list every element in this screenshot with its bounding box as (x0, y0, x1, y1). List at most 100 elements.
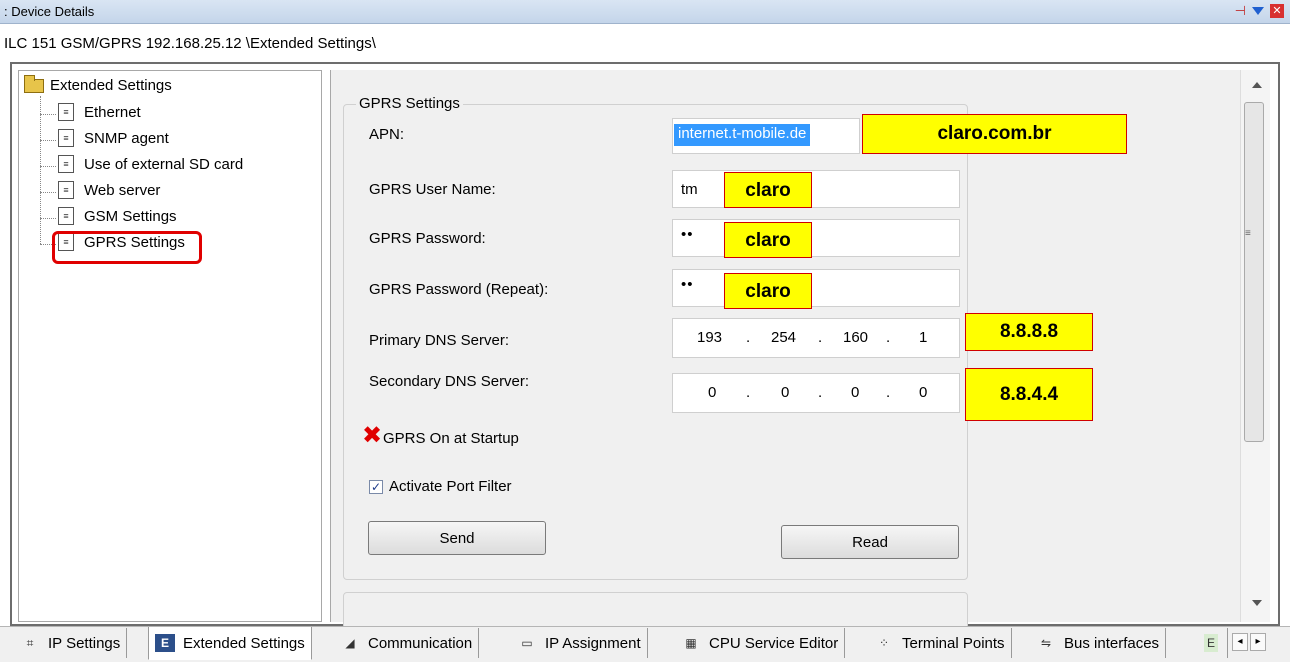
scrollbar-thumb[interactable] (1244, 102, 1264, 442)
scroll-down-icon[interactable] (1252, 600, 1262, 606)
tree-connector (40, 192, 56, 193)
annotation-user: claro (724, 172, 812, 208)
tab-label: Extended Settings (183, 634, 305, 652)
tab-ip-assignment[interactable]: ▭ IP Assignment (511, 628, 648, 658)
tab-label: CPU Service Editor (709, 634, 839, 652)
tree-item-label: GSM Settings (84, 207, 177, 225)
group-title: GPRS Settings (356, 95, 463, 112)
tab-bar: ⌗ IP Settings E Extended Settings ◢ Comm… (0, 626, 1290, 662)
password-repeat-value: •• (681, 276, 694, 293)
cpu-service-icon: ▦ (685, 636, 697, 650)
tab-cpu-service-editor[interactable]: ▦ CPU Service Editor (675, 628, 846, 658)
primary-dns-label: Primary DNS Server: (369, 332, 510, 349)
overflow-tab-icon: E (1204, 634, 1218, 652)
selection-highlight (52, 231, 202, 264)
tree-item-label: SNMP agent (84, 129, 169, 147)
tab-label: Bus interfaces (1064, 634, 1160, 652)
red-x-icon: ✖ (362, 422, 383, 449)
scroll-tabs-left-icon[interactable]: ◂ (1232, 633, 1248, 651)
ip-octet: 0 (919, 384, 928, 401)
tab-communication[interactable]: ◢ Communication (334, 628, 480, 658)
port-filter-label: Activate Port Filter (389, 478, 512, 495)
scroll-tabs-right-icon[interactable]: ▸ (1250, 633, 1266, 651)
tree-item-sd-card[interactable]: ≡ Use of external SD card (58, 155, 243, 173)
tree-connector (40, 140, 56, 141)
tab-label: Terminal Points (902, 634, 1005, 652)
send-button[interactable]: Send (368, 521, 546, 555)
document-icon: ≡ (58, 155, 74, 173)
tab-ip-settings[interactable]: ⌗ IP Settings (14, 628, 128, 658)
folder-icon (24, 74, 44, 93)
tree-item-ethernet[interactable]: ≡ Ethernet (58, 103, 141, 121)
user-name-value: tm (681, 181, 698, 198)
tree-item-label: Use of external SD card (84, 155, 244, 173)
apn-value: internet.t-mobile.de (674, 124, 811, 146)
window-controls: ⊣ ✕ (1235, 3, 1284, 19)
extended-settings-icon: E (155, 634, 175, 652)
user-name-label: GPRS User Name: (369, 181, 496, 198)
breadcrumb: ILC 151 GSM/GPRS 192.168.25.12 \Extended… (0, 24, 1290, 58)
password-repeat-label: GPRS Password (Repeat): (369, 281, 549, 298)
ip-dot: . (818, 329, 823, 346)
port-filter-checkbox[interactable]: ✓ Activate Port Filter (369, 478, 512, 495)
ip-octet: 254 (771, 329, 797, 346)
tree-item-gsm-settings[interactable]: ≡ GSM Settings (58, 207, 177, 225)
document-icon: ≡ (58, 207, 74, 225)
read-button[interactable]: Read (781, 525, 959, 559)
scroll-up-icon[interactable] (1252, 82, 1262, 88)
ip-dot: . (818, 384, 823, 401)
document-icon: ≡ (58, 103, 74, 121)
title-bar: : Device Details ⊣ ✕ (0, 0, 1290, 24)
ip-octet: 160 (843, 329, 869, 346)
ip-octet: 0 (781, 384, 790, 401)
communication-icon: ◢ (345, 636, 355, 650)
annotation-primary-dns: 8.8.8.8 (965, 313, 1093, 351)
user-name-field[interactable]: tm (672, 170, 960, 208)
tree-item-label: Web server (84, 181, 161, 199)
password-field[interactable]: •• (672, 219, 960, 257)
tree-item-web-server[interactable]: ≡ Web server (58, 181, 160, 199)
secondary-dns-label: Secondary DNS Server: (369, 373, 530, 390)
ip-octet: 1 (919, 329, 928, 346)
secondary-dns-field[interactable]: 0 . 0 . 0 . 0 (672, 373, 960, 413)
tab-label: IP Settings (48, 634, 121, 652)
pin-icon[interactable]: ⊣ (1235, 3, 1246, 19)
tree-root[interactable]: Extended Settings (24, 74, 172, 94)
tree-connector (40, 166, 56, 167)
dropdown-icon[interactable] (1252, 7, 1264, 15)
ip-dot: . (886, 384, 891, 401)
apn-label: APN: (369, 126, 405, 143)
tab-terminal-points[interactable]: ⁘ Terminal Points (868, 628, 1012, 658)
vertical-scrollbar[interactable]: ≡ (1240, 70, 1270, 622)
tab-extended-settings[interactable]: E Extended Settings (148, 627, 312, 660)
grip-icon: ≡ (1245, 228, 1251, 239)
close-icon[interactable]: ✕ (1270, 4, 1284, 18)
primary-dns-field[interactable]: 193 . 254 . 160 . 1 (672, 318, 960, 358)
annotation-password-repeat: claro (724, 273, 812, 309)
tree-connector (40, 114, 56, 115)
annotation-secondary-dns: 8.8.4.4 (965, 368, 1093, 421)
tree-pane (18, 70, 322, 622)
ip-octet: 0 (851, 384, 860, 401)
tree-item-snmp-agent[interactable]: ≡ SNMP agent (58, 129, 169, 147)
annotation-password: claro (724, 222, 812, 258)
annotation-apn: claro.com.br (862, 114, 1127, 154)
tab-label: Communication (368, 634, 473, 652)
tab-label: IP Assignment (545, 634, 641, 652)
tree-item-label: Ethernet (84, 103, 141, 121)
bus-interfaces-icon: ⇋ (1040, 636, 1052, 650)
checkbox-checked-icon[interactable]: ✓ (369, 479, 383, 494)
password-repeat-field[interactable]: •• (672, 269, 960, 307)
ip-dot: . (886, 329, 891, 346)
tab-bus-interfaces[interactable]: ⇋ Bus interfaces (1030, 628, 1167, 658)
ip-octet: 193 (697, 329, 723, 346)
tree-connector (40, 218, 56, 219)
window-title: : Device Details (4, 4, 95, 19)
ip-octet: 0 (708, 384, 717, 401)
breadcrumb-path: ILC 151 GSM/GPRS 192.168.25.12 \Extended… (4, 35, 376, 52)
tree-connector (40, 96, 41, 244)
tab-overflow[interactable]: E (1202, 628, 1228, 658)
ip-dot: . (746, 329, 751, 346)
password-value: •• (681, 226, 694, 243)
document-icon: ≡ (58, 129, 74, 147)
